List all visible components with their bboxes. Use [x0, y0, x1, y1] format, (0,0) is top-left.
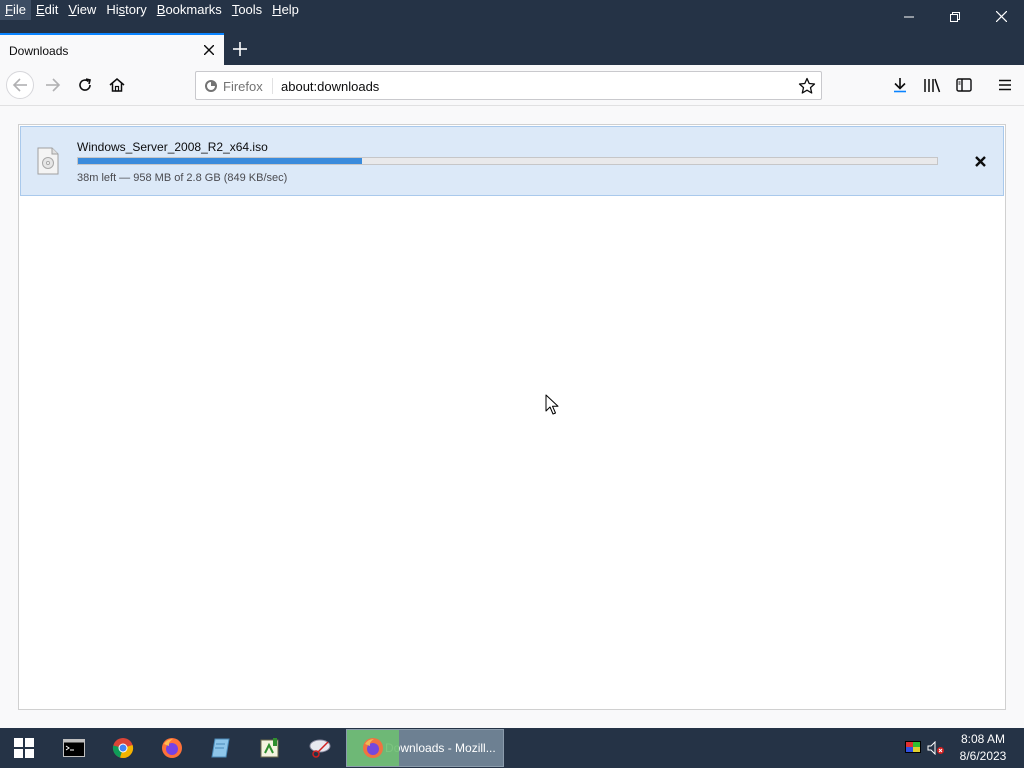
navigation-toolbar: Firefox about:downloads: [0, 65, 1024, 106]
menu-view-access-key: V: [68, 2, 77, 17]
mouse-cursor-icon: [545, 394, 559, 415]
clock-time: 8:08 AM: [960, 732, 1006, 746]
firefox-icon: [162, 738, 182, 758]
firefox-icon: [205, 80, 217, 92]
taskbar-chrome[interactable]: [99, 728, 147, 768]
menu-history-prefix: Hi: [106, 2, 119, 17]
tab-downloads[interactable]: Downloads: [0, 33, 224, 65]
cancel-download-button[interactable]: [971, 152, 989, 170]
volume-muted-icon: [927, 741, 944, 755]
close-window-button[interactable]: [978, 0, 1024, 33]
firefox-icon: [363, 738, 383, 758]
start-button[interactable]: [0, 728, 48, 768]
system-tray: 8:08 AM 8/6/2023: [902, 728, 1024, 768]
menu-edit-access-key: E: [35, 2, 45, 17]
menu-history-label: tory: [125, 2, 147, 17]
menu-help[interactable]: Help: [267, 0, 304, 20]
menu-bookmarks-label: ookmarks: [165, 2, 222, 17]
disc-image-file-icon: [37, 147, 59, 175]
tray-volume[interactable]: [924, 728, 948, 768]
taskbar-command-prompt[interactable]: [50, 728, 98, 768]
menu-edit[interactable]: Edit: [31, 0, 63, 20]
tab-strip: Downloads: [0, 33, 1024, 65]
taskbar-clock[interactable]: 8:08 AM 8/6/2023: [948, 731, 1018, 765]
show-desktop-button[interactable]: [1018, 728, 1024, 768]
page-content: Windows_Server_2008_R2_x64.iso 38m left …: [0, 106, 1024, 728]
windows-logo-icon: [14, 738, 34, 758]
identity-box[interactable]: Firefox: [204, 78, 273, 94]
library-button[interactable]: [918, 71, 946, 99]
chrome-icon: [112, 738, 134, 758]
close-icon: [995, 11, 1007, 22]
downloads-list: Windows_Server_2008_R2_x64.iso 38m left …: [18, 124, 1006, 710]
taskbar-firefox[interactable]: [148, 728, 196, 768]
menu-help-label: elp: [281, 2, 299, 17]
menu-view-label: iew: [76, 2, 97, 17]
title-bar: File Edit View History Bookmarks Tools H…: [0, 0, 1024, 33]
download-item[interactable]: Windows_Server_2008_R2_x64.iso 38m left …: [20, 126, 1004, 196]
terminal-icon: [63, 739, 85, 757]
identity-label: Firefox: [223, 78, 263, 94]
menu-edit-label: dit: [44, 2, 59, 17]
url-bar[interactable]: Firefox about:downloads: [195, 71, 822, 100]
home-button[interactable]: [103, 71, 131, 99]
reload-button[interactable]: [71, 71, 99, 99]
plus-icon: [233, 42, 247, 56]
tray-display-app[interactable]: [902, 728, 924, 768]
back-arrow-icon: [12, 78, 27, 92]
forward-arrow-icon: [46, 78, 61, 92]
bookmark-star-icon[interactable]: [798, 77, 816, 95]
menu-tools[interactable]: Tools: [227, 0, 267, 20]
tab-close-button[interactable]: [200, 41, 218, 59]
taskbar-snipping-tool[interactable]: [296, 728, 344, 768]
download-progress-fill: [78, 158, 363, 164]
restore-icon: [950, 11, 960, 22]
minimize-icon: [904, 16, 914, 17]
back-button[interactable]: [6, 71, 34, 99]
url-text[interactable]: about:downloads: [281, 79, 379, 94]
menu-help-access-key: H: [272, 2, 282, 17]
sidebar-icon: [956, 78, 972, 92]
menu-bar: File Edit View History Bookmarks Tools H…: [0, 0, 304, 20]
menu-tools-label: ools: [238, 2, 263, 17]
library-icon: [924, 78, 941, 93]
menu-file[interactable]: File: [0, 0, 31, 20]
download-progress-bar: [77, 157, 938, 165]
app-menu-button[interactable]: [991, 71, 1019, 99]
home-icon: [109, 78, 125, 92]
cancel-x-icon: [974, 155, 986, 167]
new-tab-button[interactable]: [229, 38, 251, 60]
menu-file-access-key: F: [5, 2, 13, 17]
reload-icon: [79, 78, 91, 91]
notepad-icon: [211, 738, 230, 758]
download-arrow-icon: [894, 78, 906, 93]
menu-file-label: ile: [12, 2, 26, 17]
clock-date: 8/6/2023: [959, 749, 1007, 763]
downloads-button[interactable]: [886, 71, 914, 99]
download-status: 38m left — 958 MB of 2.8 GB (849 KB/sec): [77, 172, 288, 184]
menu-history[interactable]: History: [101, 0, 151, 20]
restore-button[interactable]: [932, 0, 978, 33]
snipping-tool-icon: [309, 739, 331, 758]
forward-button[interactable]: [39, 71, 67, 99]
hamburger-menu-icon: [999, 79, 1011, 91]
minimize-button[interactable]: [886, 0, 932, 33]
taskbar-active-firefox-window[interactable]: Downloads - Mozill...: [346, 729, 504, 767]
notepad-plus-plus-icon: [260, 738, 279, 758]
close-icon: [204, 45, 214, 55]
active-window-label: Downloads - Mozill...: [385, 741, 496, 755]
active-window-icon-bg: [347, 730, 399, 766]
sidebar-button[interactable]: [950, 71, 978, 99]
display-color-icon: [905, 741, 921, 753]
taskbar-notepad[interactable]: [197, 728, 245, 768]
menu-bookmarks[interactable]: Bookmarks: [152, 0, 227, 20]
tab-title: Downloads: [9, 44, 69, 58]
taskbar-notepad-plus-plus[interactable]: [246, 728, 294, 768]
menu-view[interactable]: View: [63, 0, 101, 20]
window-controls: [886, 0, 1024, 33]
download-file-name: Windows_Server_2008_R2_x64.iso: [77, 140, 268, 154]
taskbar: Downloads - Mozill... 8:08 AM 8/6/2023: [0, 728, 1024, 768]
